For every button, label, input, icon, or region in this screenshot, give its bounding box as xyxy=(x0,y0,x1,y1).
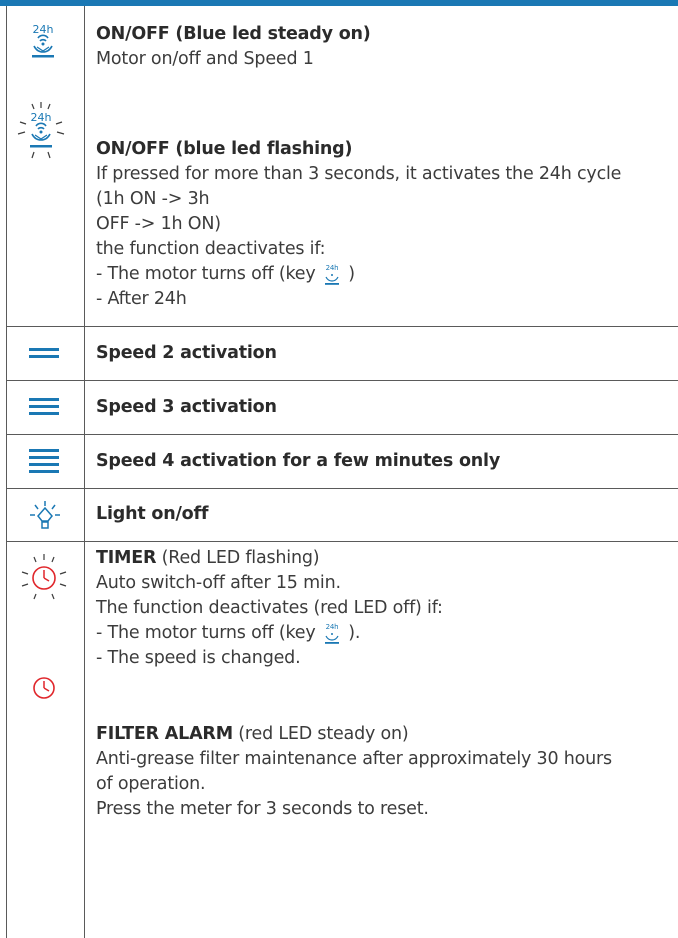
timer-heading: TIMER (Red LED flashing) xyxy=(96,546,672,571)
row-speed-2: Speed 2 activation xyxy=(6,327,678,380)
row-title: Speed 2 activation xyxy=(96,343,277,363)
fan-24h-inline-icon: 24h xyxy=(324,264,339,285)
text-cell-filter: FILTER ALARM (red LED steady on) Anti-gr… xyxy=(96,722,672,822)
timer-flashing-icon xyxy=(21,554,67,600)
row-description: the function deactivates if: xyxy=(96,239,326,259)
timer-title: TIMER xyxy=(96,548,157,568)
timer-subtitle: (Red LED flashing) xyxy=(156,548,320,568)
speed-2-icon xyxy=(29,348,59,358)
text-cell-light: Light on/off xyxy=(96,502,672,527)
row-speed-4: Speed 4 activation for a few minutes onl… xyxy=(6,435,678,488)
svg-text:24h: 24h xyxy=(326,264,339,272)
row-description: (1h ON -> 3h xyxy=(96,189,210,209)
text-cell-on-off-flashing: ON/OFF (blue led flashing) If pressed fo… xyxy=(96,137,672,312)
row-description: OFF -> 1h ON) xyxy=(96,214,221,234)
text-cell-on-off-steady: ON/OFF (Blue led steady on) Motor on/off… xyxy=(96,22,672,72)
row-description: of operation. xyxy=(96,774,206,794)
speed-4-icon xyxy=(29,449,59,473)
row-description: Auto switch-off after 15 min. xyxy=(96,573,341,593)
row-timer-filter: TIMER (Red LED flashing) Auto switch-off… xyxy=(6,542,678,938)
icon-cell: 24h 24h xyxy=(6,6,84,326)
row-description: The function deactivates (red LED off) i… xyxy=(96,598,443,618)
filter-subtitle: (red LED steady on) xyxy=(232,724,409,744)
fan-24h-icon: 24h xyxy=(32,23,54,58)
controls-table: 24h 24h ON/OFF (Blue led steady on) Moto… xyxy=(6,6,678,938)
row-on-off: 24h 24h ON/OFF (Blue led steady on) Moto… xyxy=(6,6,678,326)
row-speed-3: Speed 3 activation xyxy=(6,381,678,434)
row-title: Light on/off xyxy=(96,504,209,524)
filter-heading: FILTER ALARM (red LED steady on) xyxy=(96,722,672,747)
row-description: Press the meter for 3 seconds to reset. xyxy=(96,799,429,819)
fan-24h-inline-icon: 24h xyxy=(324,623,339,644)
row-title: Speed 3 activation xyxy=(96,397,277,417)
row-description: Motor on/off and Speed 1 xyxy=(96,49,314,69)
row-description: - The motor turns off (key 24h ). xyxy=(96,621,672,646)
row-description: If pressed for more than 3 seconds, it a… xyxy=(96,164,622,184)
fan-24h-flashing-icon: 24h xyxy=(17,102,65,159)
text-cell-speed-2: Speed 2 activation xyxy=(96,341,672,366)
row-description: - The motor turns off (key 24h ) xyxy=(96,262,672,287)
row-title: ON/OFF (Blue led steady on) xyxy=(96,24,371,44)
row-title: Speed 4 activation for a few minutes onl… xyxy=(96,451,501,471)
row-description-text: - The motor turns off (key xyxy=(96,623,316,643)
filter-title: FILTER ALARM xyxy=(96,724,233,744)
text-cell-timer: TIMER (Red LED flashing) Auto switch-off… xyxy=(96,546,672,671)
svg-text:24h: 24h xyxy=(31,111,52,124)
text-cell-speed-4: Speed 4 activation for a few minutes onl… xyxy=(96,449,672,474)
text-cell-speed-3: Speed 3 activation xyxy=(96,395,672,420)
row-description-text: ). xyxy=(348,623,361,643)
row-description-text: ) xyxy=(348,264,355,284)
row-description-text: - The motor turns off (key xyxy=(96,264,316,284)
row-description: Anti-grease filter maintenance after app… xyxy=(96,749,612,769)
row-description: - The speed is changed. xyxy=(96,648,301,668)
row-description: - After 24h xyxy=(96,289,187,309)
row-title: ON/OFF (blue led flashing) xyxy=(96,139,353,159)
svg-text:24h: 24h xyxy=(326,623,339,631)
svg-text:24h: 24h xyxy=(33,23,54,36)
light-bulb-icon xyxy=(30,501,60,529)
timer-steady-icon xyxy=(33,677,55,699)
speed-3-icon xyxy=(29,398,59,415)
row-light: Light on/off xyxy=(6,489,678,541)
